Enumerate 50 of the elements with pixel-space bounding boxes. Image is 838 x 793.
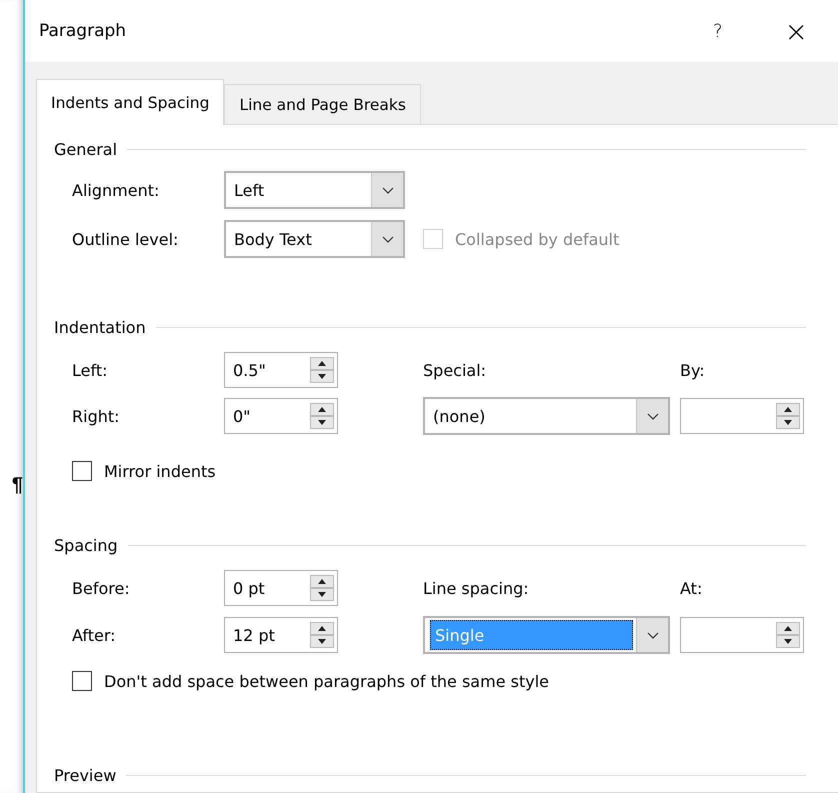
field-label: Line spacing:	[423, 578, 530, 598]
section-heading: Preview	[54, 766, 116, 784]
spin-down-icon[interactable]	[310, 370, 334, 383]
spin-down-icon[interactable]	[310, 588, 334, 601]
spin-up-icon[interactable]	[310, 622, 334, 635]
field-label: Right:	[72, 406, 121, 426]
spin-up-icon[interactable]	[776, 622, 800, 635]
section-heading: General	[54, 140, 118, 158]
spin-field[interactable]: 12 pt	[224, 617, 338, 653]
field-label: Alignment:	[72, 180, 160, 200]
dropdown-field[interactable]: Left	[224, 171, 405, 209]
chevron-down-icon	[382, 186, 394, 194]
field-label: Outline level:	[72, 230, 180, 248]
checkbox[interactable]	[72, 671, 92, 691]
dropdown-field[interactable]: (none)	[423, 397, 670, 435]
checkbox[interactable]	[72, 461, 92, 481]
field-label: Before:	[72, 578, 131, 598]
spin-up-icon[interactable]	[310, 403, 334, 416]
spin-field[interactable]: 0 pt	[224, 570, 338, 606]
document-text: ¶	[12, 474, 23, 497]
checkbox-label: Mirror indents	[104, 462, 216, 480]
checkbox-label: Collapsed by default	[455, 230, 620, 248]
spin-down-icon[interactable]	[776, 416, 800, 429]
tab[interactable]: Indents and Spacing	[36, 79, 224, 125]
spin-up-icon[interactable]	[310, 357, 334, 370]
section-heading: Spacing	[54, 536, 118, 554]
field-label: Left:	[72, 360, 108, 380]
section-heading: Indentation	[54, 318, 146, 336]
spin-field[interactable]: 0"	[224, 398, 338, 434]
help-button[interactable]: ?	[712, 20, 723, 42]
spin-up-icon[interactable]	[776, 403, 800, 416]
checkbox-label: Don't add space between paragraphs of the same style	[104, 672, 549, 690]
spin-up-icon[interactable]	[310, 575, 334, 588]
spin-down-icon[interactable]	[310, 416, 334, 429]
chevron-down-icon	[646, 632, 658, 638]
dropdown-field[interactable]: Body Text	[224, 220, 405, 258]
window-title: Paragraph	[39, 21, 128, 41]
field-label: After:	[72, 626, 117, 644]
spin-down-icon[interactable]	[776, 635, 800, 648]
spin-field[interactable]	[680, 617, 804, 653]
close-button[interactable]: ×	[784, 14, 808, 48]
field-label: At:	[680, 578, 704, 598]
chevron-down-icon	[646, 412, 658, 420]
tab[interactable]: Line and Page Breaks	[224, 84, 421, 124]
spin-down-icon[interactable]	[310, 635, 334, 648]
field-label: By:	[680, 360, 706, 380]
field-label: Special:	[423, 360, 488, 380]
chevron-down-icon	[382, 236, 394, 242]
spin-field[interactable]	[680, 398, 804, 434]
spin-field[interactable]: 0.5"	[224, 352, 338, 388]
